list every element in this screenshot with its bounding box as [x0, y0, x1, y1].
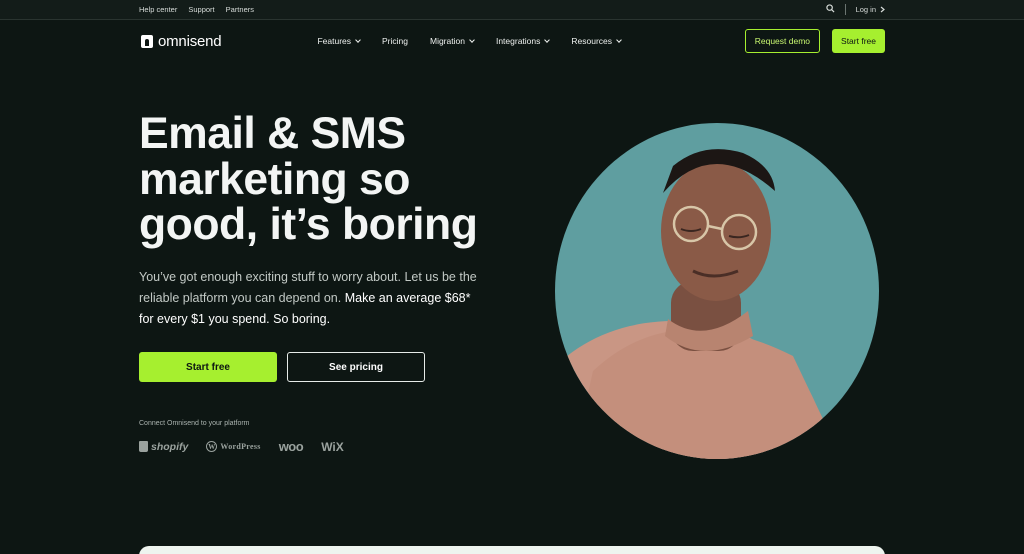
wordpress-label: WordPress — [220, 442, 261, 451]
nav-item-label: Resources — [571, 36, 613, 46]
wordpress-icon: W — [206, 441, 218, 452]
start-free-nav-button[interactable]: Start free — [832, 29, 885, 53]
shopify-label: shopify — [151, 440, 189, 453]
main-nav: omnisend Features Pricing Migration Inte… — [0, 20, 1024, 62]
shopify-bag-icon — [139, 441, 148, 452]
nav-buttons: Request demo Start free — [744, 29, 885, 53]
divider — [844, 4, 846, 15]
brand-name: omnisend — [158, 32, 222, 50]
login-link[interactable]: Log in — [856, 5, 885, 14]
chevron-down-icon — [544, 37, 551, 43]
utility-bar: Help center Support Partners Log in — [0, 0, 1024, 20]
omnisend-logo-icon — [141, 34, 153, 48]
see-pricing-button[interactable]: See pricing — [287, 352, 425, 382]
shopify-logo: shopify — [139, 441, 188, 453]
start-free-button[interactable]: Start free — [139, 352, 277, 382]
next-section-card — [139, 546, 885, 554]
platform-logos: shopify W WordPress woo WiX — [139, 439, 344, 454]
platforms-heading: Connect Omnisend to your platform — [139, 420, 250, 427]
nav-item-pricing[interactable]: Pricing — [382, 36, 408, 46]
chevron-down-icon — [616, 37, 622, 43]
hero-portrait-image — [555, 123, 879, 459]
chevron-right-icon — [880, 6, 885, 13]
nav-item-label: Pricing — [382, 36, 408, 46]
nav-item-integrations[interactable]: Integrations — [495, 36, 551, 46]
nav-menu: Features Pricing Migration Integrations … — [317, 36, 622, 46]
hero-subtitle: You’ve got enough exciting stuff to worr… — [139, 267, 479, 330]
hero-cta-group: Start free See pricing — [139, 352, 425, 382]
woo-logo: woo — [278, 439, 304, 454]
request-demo-button[interactable]: Request demo — [744, 29, 821, 53]
wordpress-logo: W WordPress — [206, 441, 260, 452]
hero-title-line: good, it’s boring — [139, 200, 478, 249]
hero-title-line: marketing so — [139, 154, 410, 204]
partners-link[interactable]: Partners — [226, 5, 254, 14]
hero-title: Email & SMS marketing so good, it’s bori… — [139, 111, 539, 248]
utility-right: Log in — [825, 4, 885, 15]
chevron-down-icon — [469, 37, 475, 43]
nav-item-label: Integrations — [495, 36, 541, 46]
chevron-down-icon — [355, 37, 361, 43]
nav-item-label: Features — [317, 36, 351, 46]
nav-item-migration[interactable]: Migration — [429, 36, 475, 46]
nav-item-features[interactable]: Features — [317, 36, 361, 46]
help-center-link[interactable]: Help center — [139, 5, 177, 14]
nav-item-label: Migration — [429, 36, 465, 46]
brand-logo[interactable]: omnisend — [141, 32, 222, 50]
nav-item-resources[interactable]: Resources — [571, 36, 622, 46]
wix-logo: WiX — [321, 439, 344, 454]
utility-links: Help center Support Partners — [139, 5, 254, 14]
support-link[interactable]: Support — [188, 5, 214, 14]
search-icon[interactable] — [825, 4, 835, 15]
hero-title-line: Email & SMS — [139, 109, 406, 158]
login-label: Log in — [855, 5, 876, 14]
